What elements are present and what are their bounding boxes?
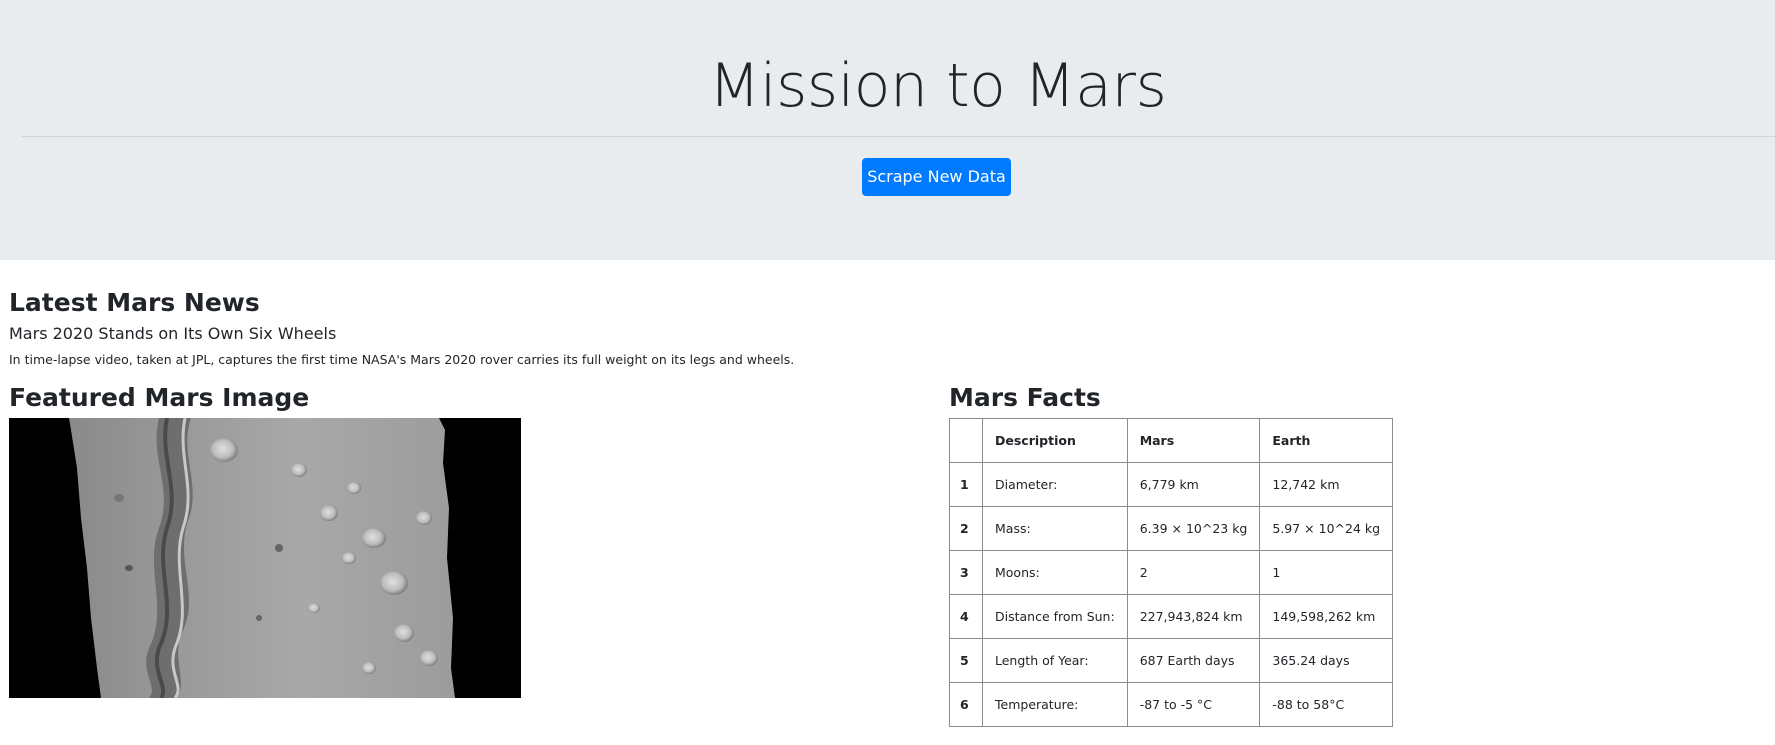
mars-facts-heading: Mars Facts (949, 383, 1101, 412)
row-earth-value: 5.97 × 10^24 kg (1259, 506, 1394, 551)
news-teaser: In time-lapse video, taken at JPL, captu… (9, 352, 795, 367)
table-row: 1 Diameter: 6,779 km 12,742 km (949, 462, 1394, 507)
row-index: 1 (949, 462, 983, 507)
row-mars-value: 2 (1126, 550, 1261, 595)
scrape-new-data-button[interactable]: Scrape New Data (862, 158, 1011, 196)
table-row: 4 Distance from Sun: 227,943,824 km 149,… (949, 594, 1394, 639)
row-earth-value: 149,598,262 km (1259, 594, 1394, 639)
row-index: 6 (949, 682, 983, 727)
featured-mars-image (9, 418, 521, 698)
table-row: 2 Mass: 6.39 × 10^23 kg 5.97 × 10^24 kg (949, 506, 1394, 551)
row-description: Mass: (982, 506, 1128, 551)
column-header-earth: Earth (1259, 418, 1394, 463)
row-earth-value: 1 (1259, 550, 1394, 595)
row-mars-value: 6,779 km (1126, 462, 1261, 507)
mars-facts-table: Description Mars Earth 1 Diameter: 6,779… (949, 418, 1394, 727)
row-index: 2 (949, 506, 983, 551)
featured-image-heading: Featured Mars Image (9, 383, 310, 412)
column-header-description: Description (982, 418, 1128, 463)
table-row: 3 Moons: 2 1 (949, 550, 1394, 595)
row-earth-value: 12,742 km (1259, 462, 1394, 507)
row-description: Distance from Sun: (982, 594, 1128, 639)
table-row: 5 Length of Year: 687 Earth days 365.24 … (949, 638, 1394, 683)
column-header-index (949, 418, 983, 463)
table-header-row: Description Mars Earth (949, 418, 1394, 463)
row-description: Length of Year: (982, 638, 1128, 683)
row-mars-value: -87 to -5 °C (1126, 682, 1261, 727)
column-header-mars: Mars (1126, 418, 1261, 463)
row-mars-value: 687 Earth days (1126, 638, 1261, 683)
row-index: 3 (949, 550, 983, 595)
table-row: 6 Temperature: -87 to -5 °C -88 to 58°C (949, 682, 1394, 727)
row-description: Diameter: (982, 462, 1128, 507)
jumbotron: Mission to Mars Scrape New Data (0, 0, 1775, 260)
news-title: Mars 2020 Stands on Its Own Six Wheels (9, 324, 337, 343)
row-earth-value: -88 to 58°C (1259, 682, 1394, 727)
row-description: Temperature: (982, 682, 1128, 727)
row-index: 5 (949, 638, 983, 683)
row-index: 4 (949, 594, 983, 639)
title-divider (22, 136, 1775, 137)
page-title: Mission to Mars (708, 51, 1167, 121)
row-earth-value: 365.24 days (1259, 638, 1394, 683)
news-heading: Latest Mars News (9, 288, 260, 317)
row-description: Moons: (982, 550, 1128, 595)
row-mars-value: 6.39 × 10^23 kg (1126, 506, 1261, 551)
row-mars-value: 227,943,824 km (1126, 594, 1261, 639)
